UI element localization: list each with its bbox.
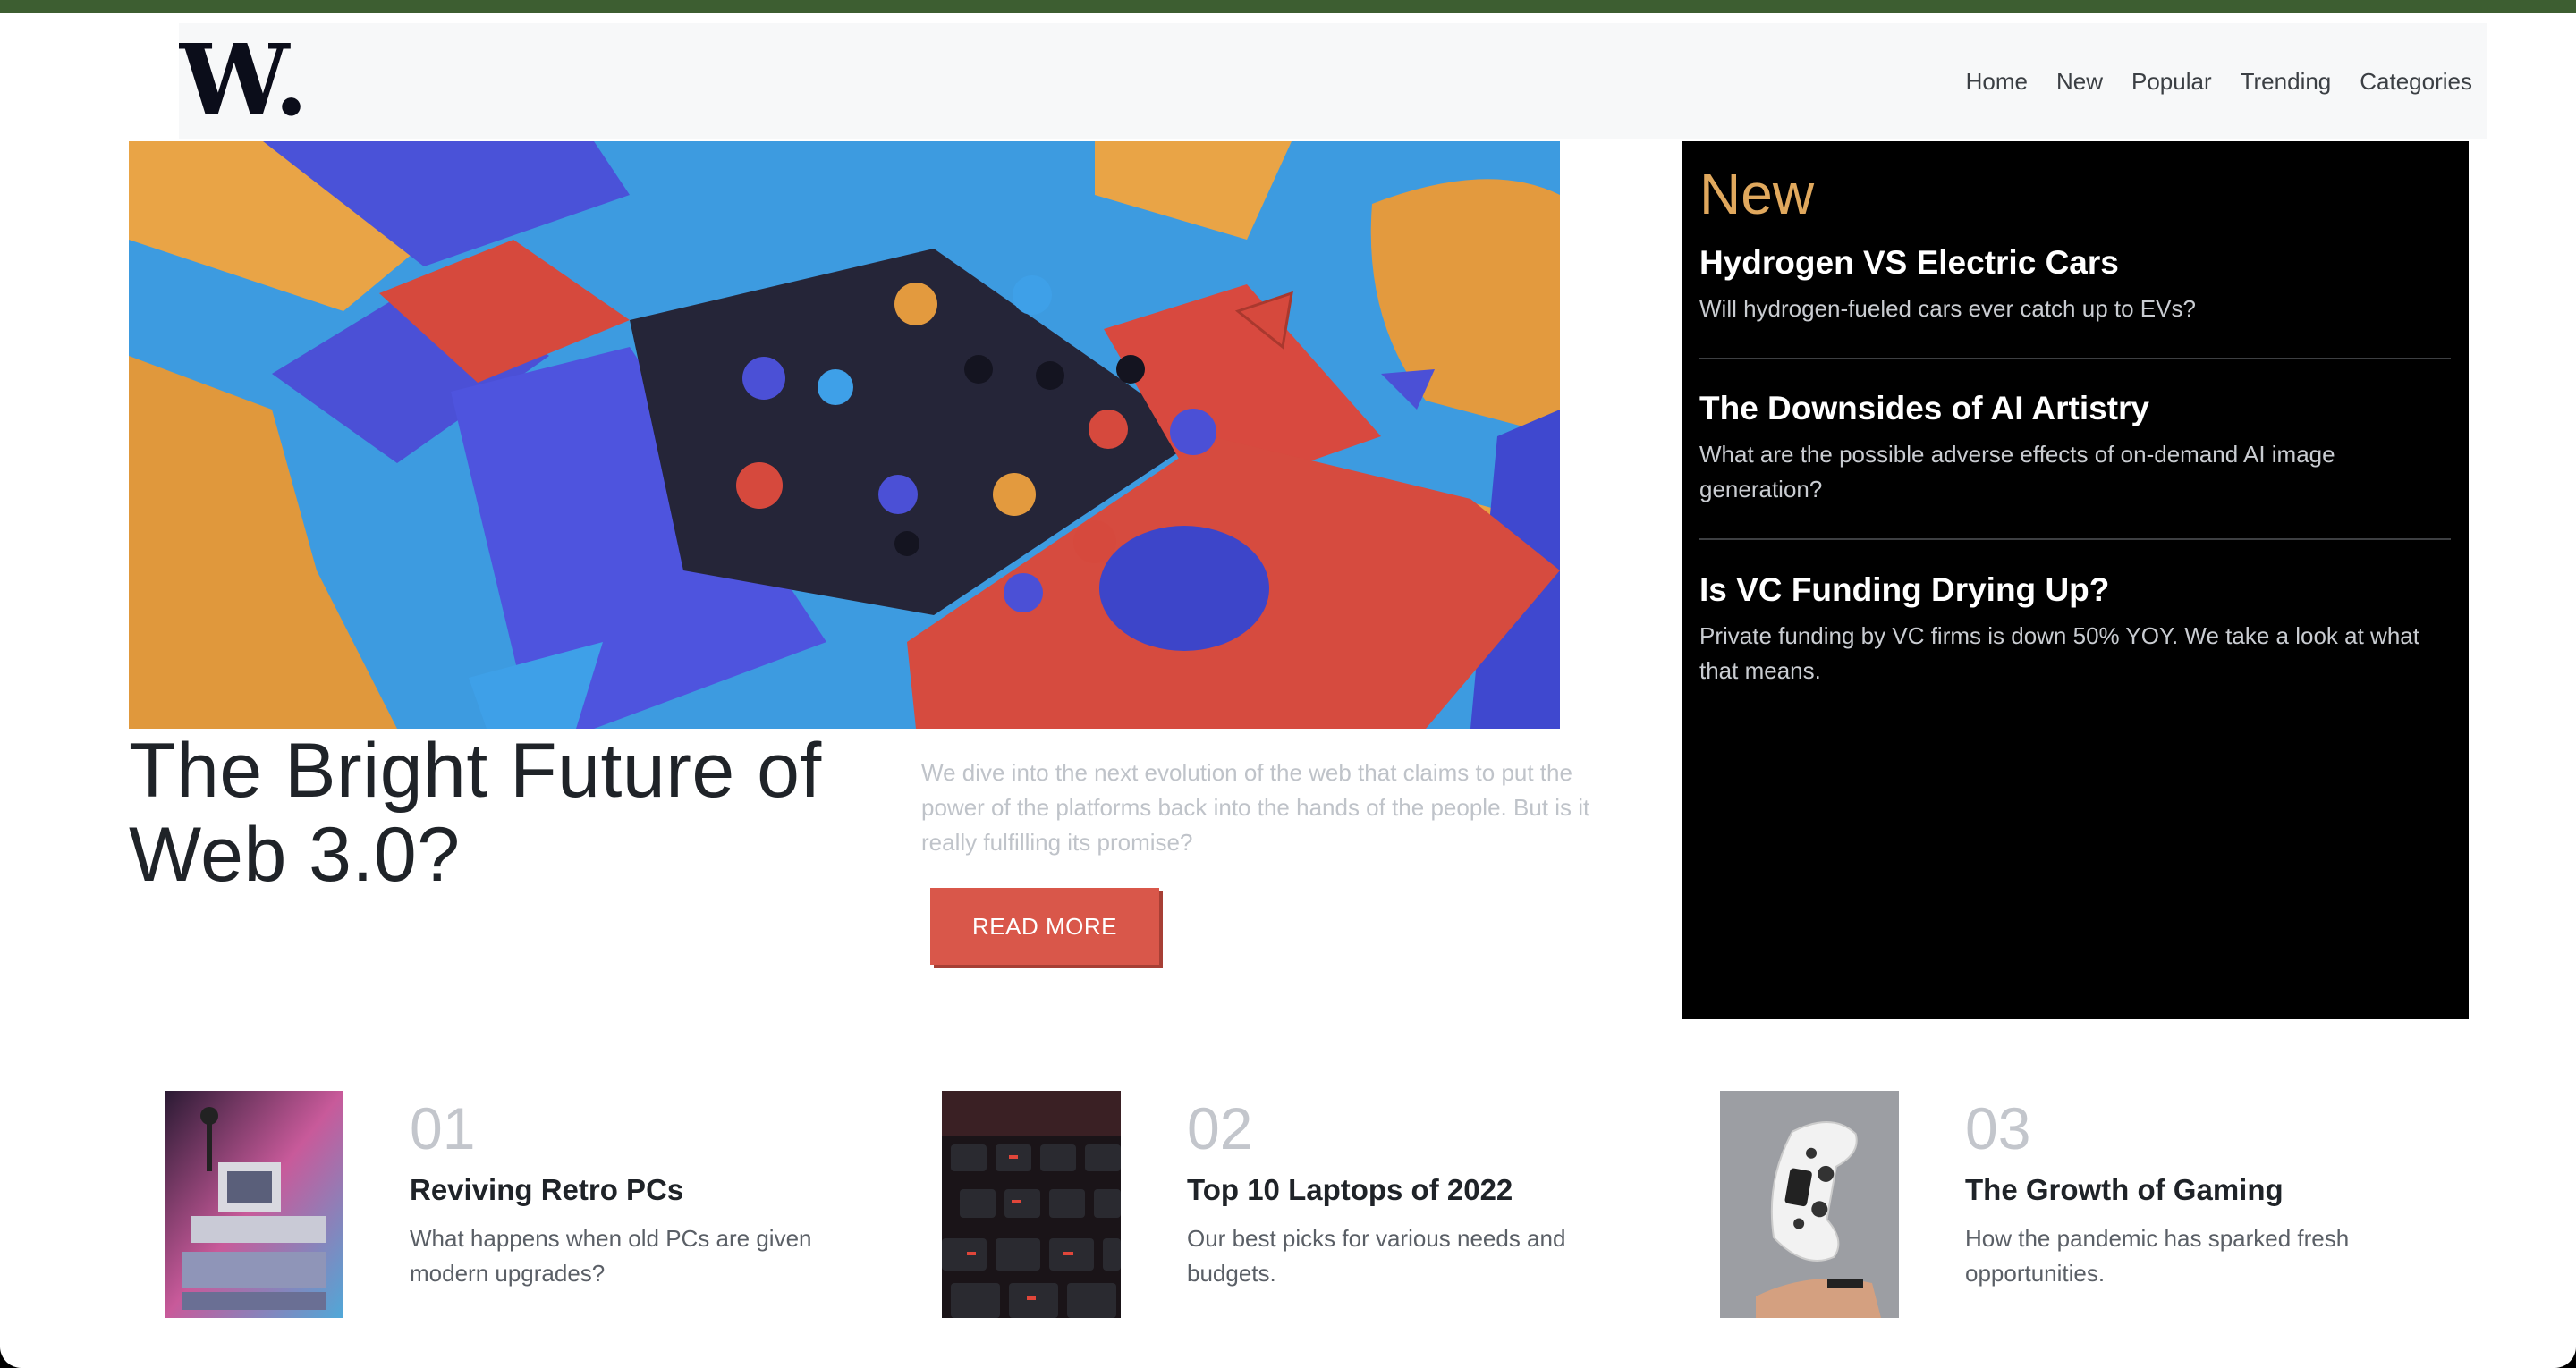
hero-description: We dive into the next evolution of the w… bbox=[921, 759, 1590, 856]
new-item[interactable]: Hydrogen VS Electric Cars Will hydrogen-… bbox=[1699, 243, 2451, 326]
site-logo[interactable]: W. bbox=[179, 36, 304, 125]
new-item-description: Will hydrogen-fueled cars ever catch up … bbox=[1699, 295, 2196, 322]
new-item-title[interactable]: Hydrogen VS Electric Cars bbox=[1699, 243, 2451, 283]
new-heading: New bbox=[1699, 162, 1815, 226]
divider bbox=[1699, 358, 2451, 359]
hero-title[interactable]: The Bright Future of Web 3.0? bbox=[129, 729, 916, 897]
card-title[interactable]: The Growth of Gaming bbox=[1965, 1171, 2284, 1209]
card-description: Our best picks for various needs and bud… bbox=[1187, 1225, 1566, 1287]
card-title[interactable]: Top 10 Laptops of 2022 bbox=[1187, 1171, 1513, 1209]
read-more-button[interactable]: READ MORE bbox=[930, 888, 1159, 965]
hero-image bbox=[129, 141, 1560, 729]
card-number: 03 bbox=[1965, 1095, 2031, 1161]
new-item-title[interactable]: Is VC Funding Drying Up? bbox=[1699, 570, 2451, 610]
nav-link-trending[interactable]: Trending bbox=[2241, 68, 2332, 96]
article-card[interactable]: 02 Top 10 Laptops of 2022 Our best picks… bbox=[942, 1091, 1675, 1318]
card-number: 02 bbox=[1187, 1095, 1253, 1161]
card-title[interactable]: Reviving Retro PCs bbox=[410, 1171, 683, 1209]
top-accent-bar bbox=[0, 0, 2576, 13]
article-card[interactable]: 01 Reviving Retro PCs What happens when … bbox=[165, 1091, 898, 1318]
nav-link-new[interactable]: New bbox=[2056, 68, 2103, 96]
page: W. Home New Popular Trending Categories bbox=[0, 0, 2576, 1368]
new-panel: New Hydrogen VS Electric Cars Will hydro… bbox=[1682, 141, 2469, 1019]
card-description: How the pandemic has sparked fresh oppor… bbox=[1965, 1225, 2350, 1287]
main-nav: Home New Popular Trending Categories bbox=[1966, 23, 2472, 139]
nav-link-categories[interactable]: Categories bbox=[2360, 68, 2472, 96]
card-number: 01 bbox=[410, 1095, 476, 1161]
article-card[interactable]: 03 The Growth of Gaming How the pandemic… bbox=[1720, 1091, 2453, 1318]
laptop-keyboard-thumbnail[interactable] bbox=[942, 1091, 1121, 1318]
game-controller-thumbnail[interactable] bbox=[1720, 1091, 1899, 1318]
navbar: W. Home New Popular Trending Categories bbox=[179, 23, 2487, 139]
new-item-description: What are the possible adverse effects of… bbox=[1699, 441, 2335, 502]
new-item-title[interactable]: The Downsides of AI Artistry bbox=[1699, 389, 2451, 428]
nav-link-popular[interactable]: Popular bbox=[2131, 68, 2212, 96]
card-description: What happens when old PCs are given mode… bbox=[410, 1225, 812, 1287]
nav-link-home[interactable]: Home bbox=[1966, 68, 2028, 96]
retro-pc-thumbnail[interactable] bbox=[165, 1091, 343, 1318]
new-item[interactable]: The Downsides of AI Artistry What are th… bbox=[1699, 389, 2451, 507]
new-item[interactable]: Is VC Funding Drying Up? Private funding… bbox=[1699, 570, 2451, 688]
divider bbox=[1699, 538, 2451, 540]
svg-text:W.: W. bbox=[179, 36, 304, 125]
new-item-description: Private funding by VC firms is down 50% … bbox=[1699, 622, 2419, 684]
